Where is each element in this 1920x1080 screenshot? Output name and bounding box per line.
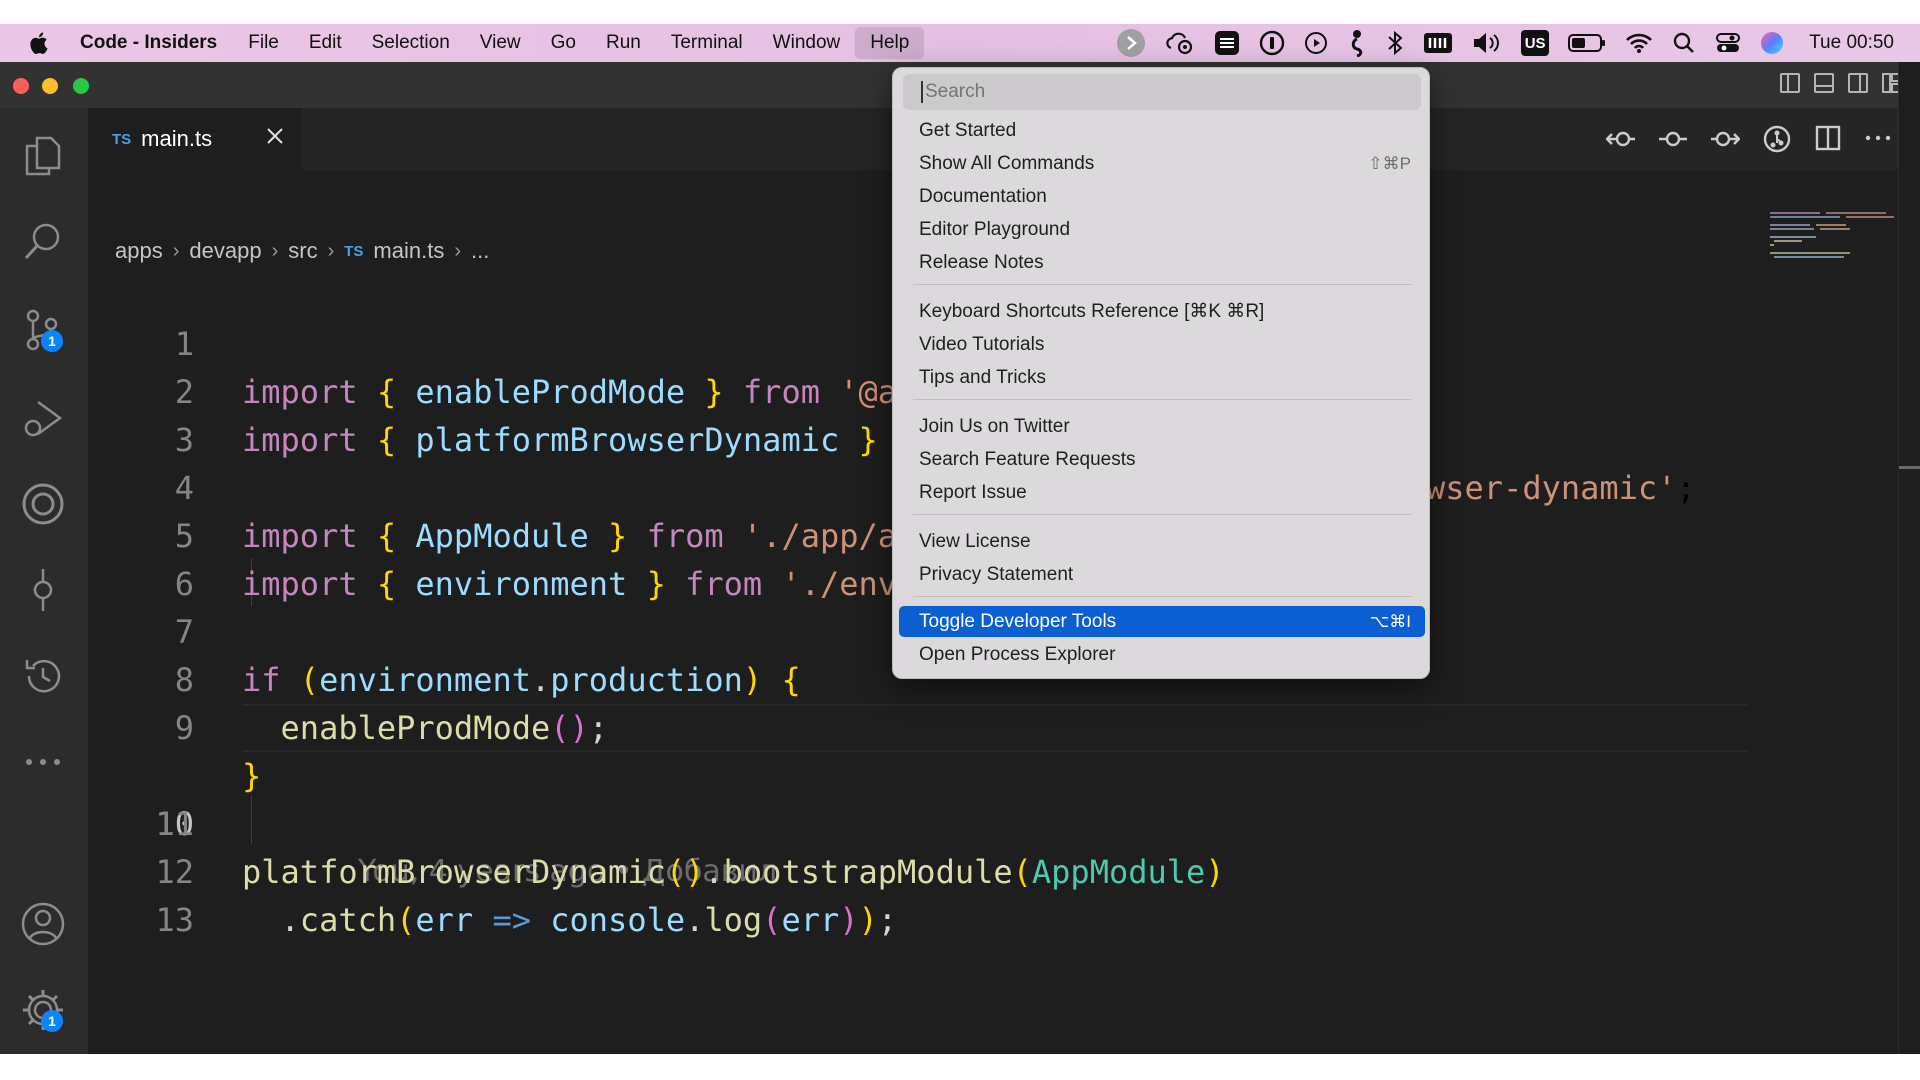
chevron-right-icon: › bbox=[327, 239, 335, 262]
chevron-right-icon: › bbox=[454, 239, 462, 262]
menu-file[interactable]: File bbox=[233, 27, 294, 59]
memory-meter-icon[interactable] bbox=[1423, 32, 1453, 54]
close-tab-icon[interactable] bbox=[264, 125, 286, 153]
macos-menu-bar: Code - Insiders File Edit Selection View… bbox=[0, 24, 1920, 62]
menu-view[interactable]: View bbox=[465, 27, 536, 59]
typescript-file-icon: TS bbox=[344, 242, 364, 260]
line-number: 13 bbox=[155, 901, 194, 939]
breadcrumb-symbol[interactable]: ... bbox=[471, 238, 489, 264]
minimize-window-button[interactable] bbox=[42, 78, 58, 94]
code-line-current: 10 You, 4 years ago • Добавил bbox=[88, 704, 1768, 889]
status-menu-icons: US Tue 00:50 bbox=[1116, 24, 1894, 62]
menu-item-view-license[interactable]: View License bbox=[899, 526, 1425, 557]
code-text: .catch(err => console.log(err)); bbox=[280, 901, 898, 939]
menu-item-documentation[interactable]: Documentation bbox=[899, 181, 1425, 212]
spotlight-search-icon[interactable] bbox=[1672, 31, 1696, 55]
menu-separator bbox=[913, 514, 1411, 515]
go-back-change-icon[interactable] bbox=[1605, 124, 1636, 159]
menu-help[interactable]: Help bbox=[855, 27, 925, 59]
menu-separator bbox=[913, 399, 1411, 400]
help-menu-dropdown: Get Started Show All Commands⇧⌘P Documen… bbox=[892, 67, 1430, 679]
play-circle-icon[interactable] bbox=[1304, 31, 1328, 55]
code-line: 11 platformBrowserDynamic().bootstrapMod… bbox=[88, 752, 1768, 891]
zoom-window-button[interactable] bbox=[73, 78, 89, 94]
menu-window[interactable]: Window bbox=[758, 27, 856, 59]
tab-label: main.ts bbox=[141, 126, 213, 151]
app-name[interactable]: Code - Insiders bbox=[80, 32, 217, 54]
menu-terminal[interactable]: Terminal bbox=[656, 27, 758, 59]
breadcrumb: apps › devapp › src › TS main.ts › ... bbox=[115, 238, 489, 264]
menu-item-video-tutorials[interactable]: Video Tutorials bbox=[899, 329, 1425, 360]
menu-item-keyboard-shortcuts-reference[interactable]: Keyboard Shortcuts Reference [⌘K ⌘R] bbox=[899, 296, 1425, 327]
chevron-right-icon: › bbox=[271, 239, 279, 262]
more-views-icon[interactable] bbox=[17, 736, 69, 788]
menu-item-editor-playground[interactable]: Editor Playground bbox=[899, 214, 1425, 245]
remote-explorer-icon[interactable] bbox=[17, 478, 69, 530]
menu-run[interactable]: Run bbox=[591, 27, 656, 59]
go-forward-change-icon[interactable] bbox=[1710, 124, 1741, 159]
cloud-gear-icon[interactable] bbox=[1165, 30, 1195, 56]
menu-separator bbox=[913, 284, 1411, 285]
history-icon[interactable] bbox=[17, 650, 69, 702]
help-search-box[interactable] bbox=[903, 74, 1421, 110]
search-icon[interactable] bbox=[17, 216, 69, 268]
commit-icon[interactable] bbox=[1658, 124, 1688, 159]
control-center-icon[interactable] bbox=[1715, 31, 1741, 55]
menu-item-release-notes[interactable]: Release Notes bbox=[899, 247, 1425, 278]
breadcrumb-item[interactable]: src bbox=[288, 238, 317, 264]
menu-item-show-all-commands[interactable]: Show All Commands ⇧⌘P bbox=[899, 148, 1425, 179]
source-control-badge: 1 bbox=[41, 330, 63, 352]
chevron-right-icon: › bbox=[172, 239, 180, 262]
figure-icon[interactable] bbox=[1347, 29, 1367, 57]
accounts-icon[interactable] bbox=[17, 898, 69, 950]
forward-circle-icon[interactable] bbox=[1116, 28, 1146, 58]
stack-icon[interactable] bbox=[1214, 30, 1240, 56]
help-search-input[interactable] bbox=[925, 81, 1405, 103]
volume-icon[interactable] bbox=[1472, 31, 1502, 55]
tab-main-ts[interactable]: TS main.ts bbox=[88, 108, 302, 170]
menu-item-open-process-explorer[interactable]: Open Process Explorer bbox=[899, 639, 1425, 670]
text-caret bbox=[921, 81, 923, 103]
menu-separator bbox=[913, 596, 1411, 597]
battery-icon[interactable] bbox=[1568, 33, 1606, 53]
password-manager-icon[interactable] bbox=[1259, 30, 1285, 56]
code-line: 13 bbox=[88, 848, 1768, 939]
run-debug-icon[interactable] bbox=[17, 392, 69, 444]
menu-item-toggle-developer-tools[interactable]: Toggle Developer Tools ⌥⌘I bbox=[899, 606, 1425, 637]
shortcut-label: ⌥⌘I bbox=[1369, 611, 1411, 631]
breadcrumb-file[interactable]: main.ts bbox=[373, 238, 444, 264]
scrollbar-marker bbox=[1899, 466, 1920, 469]
typescript-file-icon: TS bbox=[112, 130, 132, 148]
close-window-button[interactable] bbox=[13, 78, 29, 94]
activity-bar: 1 1 bbox=[0, 108, 88, 1054]
wifi-icon[interactable] bbox=[1625, 32, 1653, 54]
menu-item-search-feature-requests[interactable]: Search Feature Requests bbox=[899, 444, 1425, 475]
current-line-highlight bbox=[242, 704, 1748, 752]
source-control-icon[interactable]: 1 bbox=[17, 304, 69, 356]
breadcrumb-item[interactable]: devapp bbox=[189, 238, 261, 264]
siri-icon[interactable] bbox=[1760, 31, 1784, 55]
minimap[interactable] bbox=[1762, 62, 1898, 1054]
menu-item-tips-and-tricks[interactable]: Tips and Tricks bbox=[899, 362, 1425, 393]
vertical-scrollbar[interactable] bbox=[1898, 62, 1920, 1054]
settings-gear-icon[interactable]: 1 bbox=[17, 984, 69, 1036]
menu-selection[interactable]: Selection bbox=[357, 27, 465, 59]
shortcut-label: ⇧⌘P bbox=[1368, 153, 1411, 173]
menu-item-privacy-statement[interactable]: Privacy Statement bbox=[899, 559, 1425, 590]
menu-item-join-us-on-twitter[interactable]: Join Us on Twitter bbox=[899, 411, 1425, 442]
breadcrumb-item[interactable]: apps bbox=[115, 238, 163, 264]
menu-item-report-issue[interactable]: Report Issue bbox=[899, 477, 1425, 508]
code-line: 12 .catch(err => console.log(err)); bbox=[88, 800, 1768, 939]
bluetooth-icon[interactable] bbox=[1386, 30, 1404, 56]
menu-item-get-started[interactable]: Get Started bbox=[899, 115, 1425, 146]
input-source-icon[interactable]: US bbox=[1521, 30, 1550, 56]
menu-go[interactable]: Go bbox=[536, 27, 591, 59]
explorer-icon[interactable] bbox=[17, 130, 69, 182]
menu-edit[interactable]: Edit bbox=[294, 27, 357, 59]
timeline-commit-icon[interactable] bbox=[17, 564, 69, 616]
settings-badge: 1 bbox=[41, 1010, 63, 1032]
apple-icon[interactable] bbox=[0, 31, 80, 55]
menu-clock[interactable]: Tue 00:50 bbox=[1809, 32, 1894, 54]
